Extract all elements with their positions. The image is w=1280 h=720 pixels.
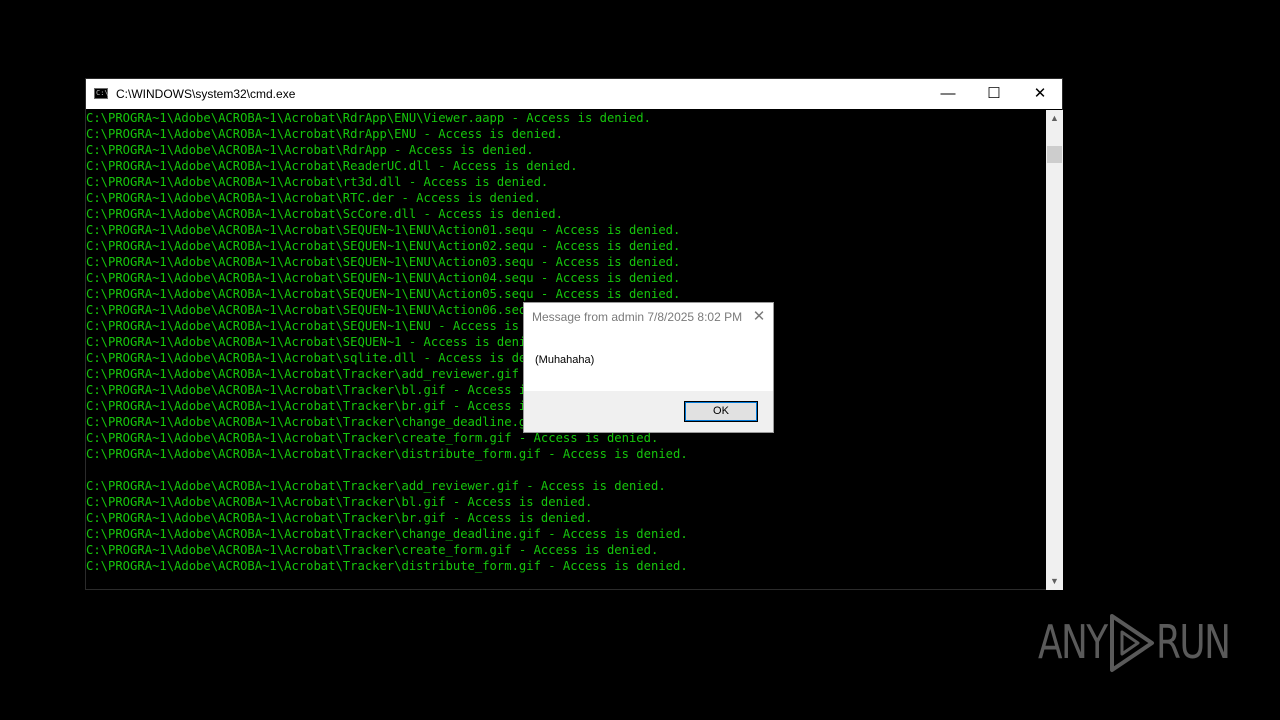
console-line: C:\PROGRA~1\Adobe\ACROBA~1\Acrobat\Track… xyxy=(86,543,659,557)
console-line: C:\PROGRA~1\Adobe\ACROBA~1\Acrobat\Track… xyxy=(86,479,666,493)
console-line: C:\PROGRA~1\Adobe\ACROBA~1\Acrobat\Reade… xyxy=(86,159,578,173)
watermark-right-text: RUN xyxy=(1156,615,1231,669)
dialog-close-button[interactable]: ✕ xyxy=(746,303,772,331)
console-line: C:\PROGRA~1\Adobe\ACROBA~1\Acrobat\Track… xyxy=(86,527,688,541)
console-line: C:\PROGRA~1\Adobe\ACROBA~1\Acrobat\Track… xyxy=(86,559,688,573)
cmd-icon-text: C:\ xyxy=(96,89,109,97)
minimize-button[interactable]: — xyxy=(925,79,971,109)
watermark-left-text: ANY xyxy=(1038,615,1108,669)
scroll-down-arrow-icon[interactable]: ▼ xyxy=(1046,573,1063,590)
close-button[interactable]: ✕ xyxy=(1017,79,1063,109)
console-line: C:\PROGRA~1\Adobe\ACROBA~1\Acrobat\SEQUE… xyxy=(86,271,681,285)
console-line: C:\PROGRA~1\Adobe\ACROBA~1\Acrobat\Track… xyxy=(86,447,688,461)
maximize-button[interactable]: ☐ xyxy=(971,79,1017,109)
dialog-footer: OK xyxy=(524,391,773,432)
console-line: C:\PROGRA~1\Adobe\ACROBA~1\Acrobat\SEQUE… xyxy=(86,255,681,269)
dialog-message: (Muhahaha) xyxy=(535,354,595,366)
console-line: C:\PROGRA~1\Adobe\ACROBA~1\Acrobat\Track… xyxy=(86,511,593,525)
scroll-thumb[interactable] xyxy=(1047,146,1062,163)
console-line: C:\PROGRA~1\Adobe\ACROBA~1\Acrobat\SEQUE… xyxy=(86,287,681,301)
console-line: C:\PROGRA~1\Adobe\ACROBA~1\Acrobat\ScCor… xyxy=(86,207,563,221)
console-line: C:\PROGRA~1\Adobe\ACROBA~1\Acrobat\RTC.d… xyxy=(86,191,541,205)
dialog-title: Message from admin 7/8/2025 8:02 PM xyxy=(532,310,743,324)
console-line: C:\PROGRA~1\Adobe\ACROBA~1\Acrobat\rt3d.… xyxy=(86,175,549,189)
console-line: C:\PROGRA~1\Adobe\ACROBA~1\Acrobat\SEQUE… xyxy=(86,239,681,253)
console-line: C:\PROGRA~1\Adobe\ACROBA~1\Acrobat\Track… xyxy=(86,495,593,509)
window-title: C:\WINDOWS\system32\cmd.exe xyxy=(116,87,296,101)
cmd-icon: C:\ xyxy=(94,88,109,99)
message-dialog: Message from admin 7/8/2025 8:02 PM ✕ (M… xyxy=(523,302,774,433)
console-line: C:\PROGRA~1\Adobe\ACROBA~1\Acrobat\RdrAp… xyxy=(86,127,563,141)
scroll-up-arrow-icon[interactable]: ▲ xyxy=(1046,110,1063,127)
vertical-scrollbar[interactable]: ▲ ▼ xyxy=(1046,110,1063,590)
anyrun-watermark: ANY RUN xyxy=(1038,610,1238,674)
title-bar[interactable]: C:\ C:\WINDOWS\system32\cmd.exe — ☐ ✕ xyxy=(86,79,1062,109)
console-line: C:\PROGRA~1\Adobe\ACROBA~1\Acrobat\RdrAp… xyxy=(86,143,534,157)
console-line: C:\PROGRA~1\Adobe\ACROBA~1\Acrobat\RdrAp… xyxy=(86,111,651,125)
ok-button[interactable]: OK xyxy=(684,401,758,422)
console-line: C:\PROGRA~1\Adobe\ACROBA~1\Acrobat\SEQUE… xyxy=(86,223,681,237)
play-logo-icon xyxy=(1110,614,1154,672)
